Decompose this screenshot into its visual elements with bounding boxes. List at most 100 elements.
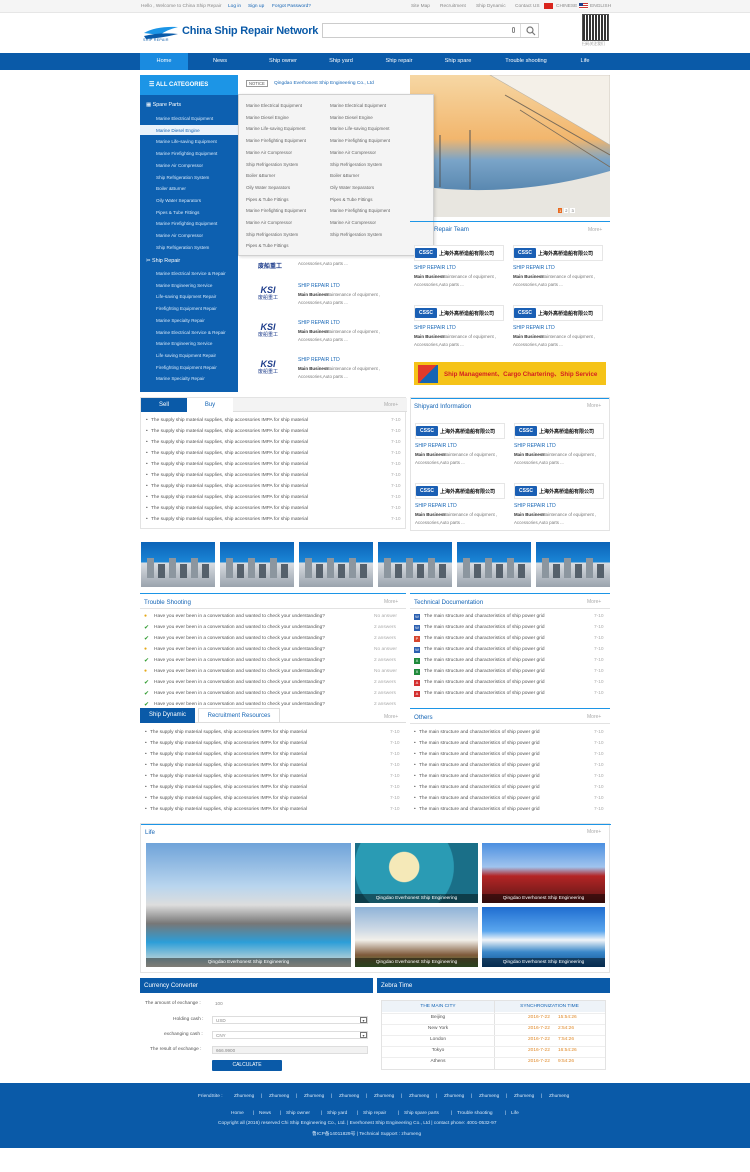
dropdown-item[interactable]: Marine Diesel Engine bbox=[246, 115, 289, 120]
sell-more-link[interactable]: More+ bbox=[384, 402, 398, 408]
dynamic-row-title[interactable]: The supply ship material supplies, ship … bbox=[150, 763, 307, 768]
dropdown-item[interactable]: Pipes & Tube Fittings bbox=[330, 197, 373, 202]
banner-dot-1[interactable]: 1 bbox=[558, 208, 563, 213]
sidebar-section-ship-repair[interactable]: ✂ Ship Repair bbox=[146, 258, 180, 264]
sidebar-item-spare[interactable]: Marine Firefighting Equipment bbox=[156, 221, 217, 226]
calculate-button[interactable]: CALCULATE bbox=[212, 1060, 282, 1071]
trouble-question[interactable]: Have you ever been in a conversation and… bbox=[154, 680, 325, 685]
dynamic-row-title[interactable]: The supply ship material supplies, ship … bbox=[150, 752, 307, 757]
others-more-link[interactable]: More+ bbox=[587, 714, 601, 720]
dropdown-item[interactable]: Pipes & Tube Fittings bbox=[246, 243, 289, 248]
sidebar-item-spare[interactable]: Marine Diesel Engine bbox=[156, 128, 200, 133]
sidebar-item-spare[interactable]: Boiler &Burner bbox=[156, 186, 186, 191]
nav-trouble-shooting[interactable]: Trouble shooting bbox=[494, 53, 558, 70]
company-name[interactable]: SHIP REPAIR LTD bbox=[298, 320, 340, 326]
dropdown-item[interactable]: Marine Air Compressor bbox=[246, 150, 292, 155]
footer-link[interactable]: Ship owner bbox=[286, 1111, 310, 1116]
cssc-logo[interactable]: CSSC 上海外高桥造船有限公司 bbox=[414, 305, 504, 321]
dropdown-item[interactable]: Marine Air Compressor bbox=[246, 220, 292, 225]
nav-ship-owner[interactable]: Ship owner bbox=[259, 53, 307, 70]
dynamic-row-title[interactable]: The supply ship material supplies, ship … bbox=[150, 785, 307, 790]
friend-link[interactable]: Zhumeng bbox=[409, 1094, 429, 1099]
footer-link[interactable]: Ship yard bbox=[327, 1111, 347, 1116]
dropdown-item[interactable]: Marine Firefighting Equipment bbox=[246, 208, 306, 213]
footer-link[interactable]: Ship repair bbox=[363, 1111, 386, 1116]
sidebar-item-repair[interactable]: Marine Engineering Service bbox=[156, 283, 212, 288]
signup-link[interactable]: Sign up bbox=[248, 4, 264, 9]
dropdown-item[interactable]: Marine Diesel Engine bbox=[330, 115, 373, 120]
hero-banner[interactable]: 1 2 3 bbox=[410, 75, 610, 217]
lang-chinese-link[interactable]: CHINESE bbox=[556, 4, 577, 9]
dropdown-item[interactable]: Ship Refrigeration System bbox=[330, 232, 382, 237]
sidebar-item-repair[interactable]: Firefighting Equipment Repair bbox=[156, 365, 217, 370]
cssc-logo[interactable]: CSSC 上海外高桥造船有限公司 bbox=[513, 245, 603, 261]
sidebar-item-repair[interactable]: Life saving Equipment Repair bbox=[156, 353, 216, 358]
nav-life[interactable]: Life bbox=[569, 53, 601, 70]
friend-link[interactable]: Zhumeng bbox=[444, 1094, 464, 1099]
company-name[interactable]: SHIP REPAIR LTD bbox=[298, 357, 340, 363]
others-row-title[interactable]: The main structure and characteristics o… bbox=[419, 785, 540, 790]
sidebar-item-spare[interactable]: Marine Life-saving Equipment bbox=[156, 139, 217, 144]
product-thumbnail[interactable] bbox=[220, 542, 294, 587]
doc-title[interactable]: The main structure and characteristics o… bbox=[424, 658, 545, 663]
contact-link[interactable]: Contact US bbox=[515, 4, 540, 9]
product-thumbnail[interactable] bbox=[378, 542, 452, 587]
ksi-logo[interactable]: KSI 废船重工 bbox=[248, 319, 288, 341]
dropdown-item[interactable]: Oily Water Separators bbox=[246, 185, 290, 190]
sell-row-title[interactable]: The supply ship material supplies, ship … bbox=[151, 418, 308, 423]
sidebar-item-spare[interactable]: Marine Firefighting Equipment bbox=[156, 151, 217, 156]
exchanging-dropdown-icon[interactable]: ▾ bbox=[360, 1032, 367, 1038]
others-row-title[interactable]: The main structure and characteristics o… bbox=[419, 752, 540, 757]
life-photo-2[interactable]: Qingdao Everhonest Ship Engineering bbox=[355, 843, 478, 903]
doc-title[interactable]: The main structure and characteristics o… bbox=[424, 691, 545, 696]
notice-text[interactable]: Qingdao Everhonest Ship Engineering Co.,… bbox=[274, 81, 374, 86]
cssc-logo[interactable]: CSSC 上海外高桥造船有限公司 bbox=[414, 245, 504, 261]
company-name[interactable]: SHIP REPAIR LTD bbox=[514, 503, 556, 509]
trouble-question[interactable]: Have you ever been in a conversation and… bbox=[154, 647, 325, 652]
footer-link[interactable]: Ship spare parts bbox=[404, 1111, 439, 1116]
banner-dot-2[interactable]: 2 bbox=[564, 208, 569, 213]
cssc-logo[interactable]: CSSC 上海外高桥造船有限公司 bbox=[514, 423, 604, 439]
company-name[interactable]: SHIP REPAIR LTD bbox=[415, 443, 457, 449]
trouble-more-link[interactable]: More+ bbox=[384, 599, 398, 605]
dropdown-item[interactable]: Marine Firefighting Equipment bbox=[330, 138, 390, 143]
company-name[interactable]: SHIP REPAIR LTD bbox=[414, 265, 456, 271]
amount-input[interactable]: 100 bbox=[212, 1000, 368, 1008]
login-link[interactable]: Log in bbox=[228, 4, 241, 9]
ksi-logo[interactable]: KSI 废船重工 bbox=[248, 282, 288, 304]
lang-english-link[interactable]: ENGLISH bbox=[590, 4, 611, 9]
ksi-logo[interactable]: KSI 废船重工 bbox=[248, 356, 288, 378]
sidebar-item-spare[interactable]: Oily Water Separators bbox=[156, 198, 201, 203]
dropdown-item[interactable]: Ship Refrigeration System bbox=[246, 162, 298, 167]
company-name[interactable]: SHIP REPAIR LTD bbox=[414, 325, 456, 331]
doc-title[interactable]: The main structure and characteristics o… bbox=[424, 636, 545, 641]
sell-row-title[interactable]: The supply ship material supplies, ship … bbox=[151, 495, 308, 500]
sidebar-item-spare[interactable]: Pipes & Tube Fittings bbox=[156, 210, 199, 215]
sidebar-item-spare[interactable]: Marine Air Compressor bbox=[156, 163, 203, 168]
trouble-question[interactable]: Have you ever been in a conversation and… bbox=[154, 625, 325, 630]
friend-link[interactable]: Zhumeng bbox=[549, 1094, 569, 1099]
others-row-title[interactable]: The main structure and characteristics o… bbox=[419, 730, 540, 735]
footer-link[interactable]: Life bbox=[511, 1111, 519, 1116]
holding-select[interactable]: USD bbox=[212, 1016, 368, 1024]
tab-buy[interactable]: Buy bbox=[187, 398, 233, 412]
dropdown-item[interactable]: Marine Air Compressor bbox=[330, 220, 376, 225]
dropdown-item[interactable]: Marine Electrical Equipment bbox=[330, 103, 386, 108]
sidebar-item-spare[interactable]: Ship Refrigeration System bbox=[156, 175, 209, 180]
sell-row-title[interactable]: The supply ship material supplies, ship … bbox=[151, 517, 308, 522]
dropdown-item[interactable]: Boiler &Burner bbox=[246, 173, 275, 178]
sell-row-title[interactable]: The supply ship material supplies, ship … bbox=[151, 506, 308, 511]
product-thumbnail[interactable] bbox=[141, 542, 215, 587]
others-row-title[interactable]: The main structure and characteristics o… bbox=[419, 774, 540, 779]
sell-row-title[interactable]: The supply ship material supplies, ship … bbox=[151, 440, 308, 445]
sidebar-item-spare[interactable]: Marine Air Compressor bbox=[156, 233, 203, 238]
microphone-icon[interactable] bbox=[512, 27, 515, 33]
footer-link[interactable]: Trouble shooting bbox=[457, 1111, 493, 1116]
product-thumbnail[interactable] bbox=[457, 542, 531, 587]
sidebar-item-repair[interactable]: Life-saving Equipment Repair bbox=[156, 294, 216, 299]
footer-link[interactable]: Home bbox=[231, 1111, 244, 1116]
tech-doc-more-link[interactable]: More+ bbox=[587, 599, 601, 605]
doc-title[interactable]: The main structure and characteristics o… bbox=[424, 614, 545, 619]
company-name[interactable]: SHIP REPAIR LTD bbox=[298, 283, 340, 289]
doc-title[interactable]: The main structure and characteristics o… bbox=[424, 680, 545, 685]
